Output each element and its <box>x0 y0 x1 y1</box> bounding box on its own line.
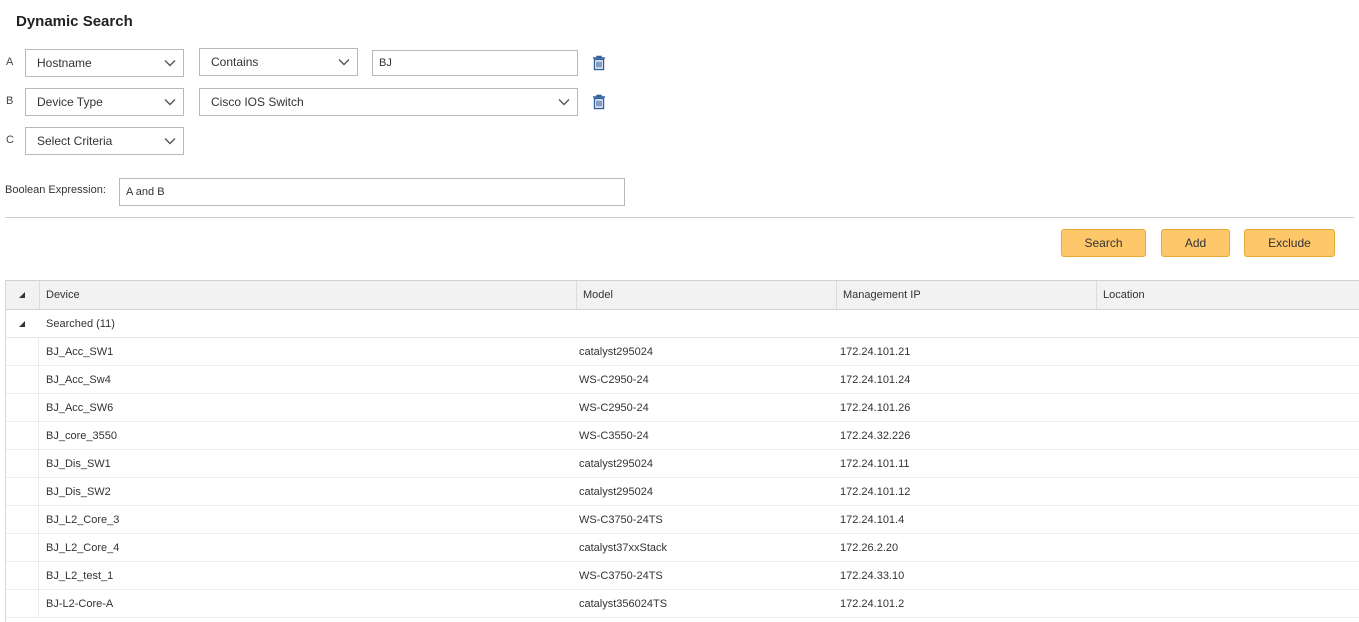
table-row[interactable]: BJ_L2_Core_3 WS-C3750-24TS 172.24.101.4 <box>6 506 1359 534</box>
row-indent <box>6 366 39 394</box>
group-label: Searched (11) <box>46 318 115 330</box>
cell-model: WS-C2950-24 <box>579 402 649 414</box>
cell-device: BJ-L2-Core-A <box>46 598 114 610</box>
column-header-location[interactable]: Location <box>1096 281 1359 309</box>
cell-device: BJ_Dis_SW1 <box>46 458 111 470</box>
trash-icon[interactable] <box>592 55 606 71</box>
cell-device: BJ_Acc_SW6 <box>46 402 114 414</box>
table-row[interactable]: BJ_L2_Core_4 catalyst37xxStack 172.26.2.20 <box>6 534 1359 562</box>
criteria-a-operator-select[interactable]: Contains <box>199 48 358 76</box>
criteria-letter-c: C <box>6 134 14 146</box>
cell-model: WS-C2950-24 <box>579 374 649 386</box>
row-indent <box>6 562 39 590</box>
criteria-c-field-value: Select Criteria <box>37 134 113 148</box>
table-row[interactable]: BJ_L2_test_1 WS-C3750-24TS 172.24.33.10 <box>6 562 1359 590</box>
cell-model: WS-C3750-24TS <box>579 570 663 582</box>
divider <box>5 217 1354 218</box>
criteria-b-field-value: Device Type <box>37 95 103 109</box>
cell-management-ip: 172.24.101.26 <box>840 402 911 414</box>
cell-model: WS-C3550-24 <box>579 430 649 442</box>
criteria-a-field-select[interactable]: Hostname <box>25 49 184 77</box>
table-row[interactable]: BJ_Acc_SW6 WS-C2950-24 172.24.101.26 <box>6 394 1359 422</box>
cell-management-ip: 172.24.101.11 <box>840 458 910 470</box>
chevron-down-icon <box>557 95 571 109</box>
cell-management-ip: 172.24.101.24 <box>840 374 911 386</box>
column-header-management-ip[interactable]: Management IP <box>836 281 1096 309</box>
column-header-device[interactable]: Device <box>39 281 576 309</box>
criteria-b-value-selected: Cisco IOS Switch <box>211 95 304 109</box>
chevron-down-icon <box>163 56 177 70</box>
collapse-group-icon[interactable] <box>18 320 26 328</box>
criteria-a-operator-value: Contains <box>211 55 259 69</box>
table-row[interactable]: BJ_Dis_SW2 catalyst295024 172.24.101.12 <box>6 478 1359 506</box>
cell-device: BJ_Dis_SW2 <box>46 486 111 498</box>
table-row[interactable]: BJ_Dis_SW1 catalyst295024 172.24.101.11 <box>6 450 1359 478</box>
criteria-c-field-select[interactable]: Select Criteria <box>25 127 184 155</box>
cell-management-ip: 172.24.32.226 <box>840 430 911 442</box>
criteria-a-value-input[interactable]: BJ <box>372 50 578 76</box>
cell-model: catalyst356024TS <box>579 598 668 610</box>
criteria-b-field-select[interactable]: Device Type <box>25 88 184 116</box>
trash-icon[interactable] <box>592 94 606 110</box>
table-row[interactable]: BJ_Acc_Sw4 WS-C2950-24 172.24.101.24 <box>6 366 1359 394</box>
table-header: Device Model Management IP Location <box>6 280 1359 310</box>
cell-model: catalyst37xxStack <box>579 542 668 554</box>
cell-device: BJ_Acc_SW1 <box>46 346 114 358</box>
criteria-b-value-select[interactable]: Cisco IOS Switch <box>199 88 578 116</box>
group-row[interactable]: Searched (11) <box>6 310 1359 338</box>
row-indent <box>6 422 39 450</box>
criteria-letter-a: A <box>6 56 14 68</box>
cell-model: catalyst295024 <box>579 346 653 358</box>
table-row[interactable]: BJ_core_3550 WS-C3550-24 172.24.32.226 <box>6 422 1359 450</box>
cell-model: WS-C3750-24TS <box>579 514 663 526</box>
table-row[interactable]: BJ-L2-Core-A catalyst356024TS 172.24.101.2 <box>6 590 1359 618</box>
cell-management-ip: 172.24.101.21 <box>840 346 911 358</box>
criteria-letter-b: B <box>6 95 14 107</box>
cell-device: BJ_L2_Core_3 <box>46 514 120 526</box>
results-table: Device Model Management IP Location Sear… <box>5 280 1359 622</box>
cell-device: BJ_core_3550 <box>46 430 117 442</box>
cell-management-ip: 172.24.101.2 <box>840 598 905 610</box>
criteria-a-field-value: Hostname <box>37 56 92 70</box>
cell-management-ip: 172.26.2.20 <box>840 542 899 554</box>
cell-device: BJ_Acc_Sw4 <box>46 374 111 386</box>
cell-management-ip: 172.24.101.4 <box>840 514 905 526</box>
table-row[interactable]: BJ_Acc_SW1 catalyst295024 172.24.101.21 <box>6 338 1359 366</box>
search-button[interactable]: Search <box>1061 229 1146 257</box>
cell-model: catalyst295024 <box>579 458 653 470</box>
boolean-expression-label: Boolean Expression: <box>5 184 106 196</box>
row-indent <box>6 450 39 478</box>
cell-management-ip: 172.24.33.10 <box>840 570 905 582</box>
chevron-down-icon <box>163 95 177 109</box>
chevron-down-icon <box>337 55 351 69</box>
collapse-all-icon[interactable] <box>18 291 26 299</box>
row-indent <box>6 590 39 618</box>
row-indent <box>6 394 39 422</box>
row-indent <box>6 478 39 506</box>
page-title: Dynamic Search <box>16 13 133 30</box>
cell-device: BJ_L2_Core_4 <box>46 542 120 554</box>
row-indent <box>6 338 39 366</box>
cell-management-ip: 172.24.101.12 <box>840 486 911 498</box>
column-header-model[interactable]: Model <box>576 281 836 309</box>
cell-model: catalyst295024 <box>579 486 653 498</box>
boolean-expression-input[interactable]: A and B <box>119 178 625 206</box>
chevron-down-icon <box>163 134 177 148</box>
add-button[interactable]: Add <box>1161 229 1230 257</box>
row-indent <box>6 534 39 562</box>
row-indent <box>6 506 39 534</box>
cell-device: BJ_L2_test_1 <box>46 570 114 582</box>
exclude-button[interactable]: Exclude <box>1244 229 1335 257</box>
